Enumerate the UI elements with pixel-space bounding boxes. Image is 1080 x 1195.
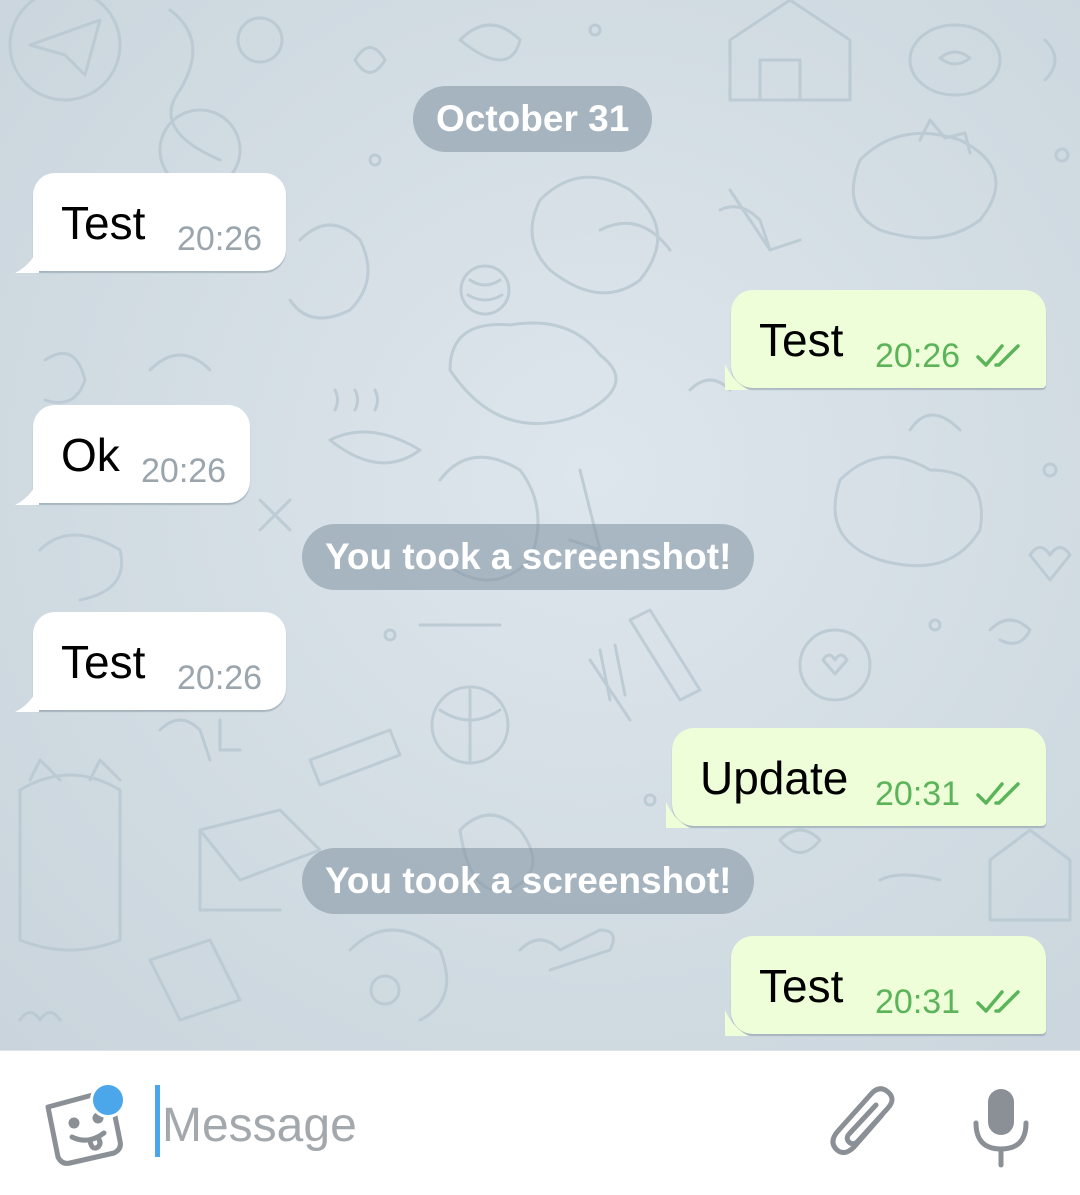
message-text: Update	[700, 752, 849, 804]
message-text: Ok	[61, 429, 120, 481]
double-check-icon	[976, 782, 1020, 805]
message-text: Test	[759, 960, 844, 1012]
message-bubble: Test 20:26	[33, 173, 286, 271]
double-check-icon	[976, 990, 1020, 1013]
screenshot-notice: You took a screenshot!	[302, 524, 755, 590]
message-bubble: Ok 20:26	[33, 405, 250, 503]
bubble-tail	[725, 364, 749, 390]
bubble-tail	[15, 686, 39, 712]
message-time: 20:26	[177, 659, 263, 697]
text-cursor	[155, 1085, 160, 1157]
message-time: 20:26	[875, 337, 961, 375]
chat-wallpaper: October 31 Test 20:26 Test 20:26 Ok 20:2…	[0, 0, 1080, 1050]
chat-screen: October 31 Test 20:26 Test 20:26 Ok 20:2…	[0, 0, 1080, 1195]
message-text: Test	[759, 314, 844, 366]
message-bubble: Test 20:31	[731, 936, 1046, 1034]
paperclip-icon[interactable]	[826, 1085, 902, 1167]
message-time: 20:26	[141, 452, 227, 490]
microphone-icon[interactable]	[968, 1087, 1034, 1169]
bubble-tail	[725, 1010, 749, 1036]
message-text: Test	[61, 197, 146, 249]
date-separator: October 31	[413, 86, 653, 152]
message-list[interactable]: October 31 Test 20:26 Test 20:26 Ok 20:2…	[0, 0, 1080, 1050]
bubble-tail	[15, 247, 39, 273]
message-time: 20:31	[875, 983, 961, 1021]
message-bubble: Test 20:26	[731, 290, 1046, 388]
notification-dot	[90, 1082, 126, 1118]
message-composer	[0, 1050, 1080, 1195]
message-bubble: Test 20:26	[33, 612, 286, 710]
message-input[interactable]	[156, 1089, 802, 1161]
message-text: Test	[61, 636, 146, 688]
message-time: 20:31	[875, 775, 961, 813]
bubble-tail	[15, 479, 39, 505]
message-time: 20:26	[177, 220, 263, 258]
screenshot-notice: You took a screenshot!	[302, 848, 755, 914]
message-bubble: Update 20:31	[672, 728, 1046, 826]
double-check-icon	[976, 344, 1020, 367]
bubble-tail	[666, 802, 690, 828]
